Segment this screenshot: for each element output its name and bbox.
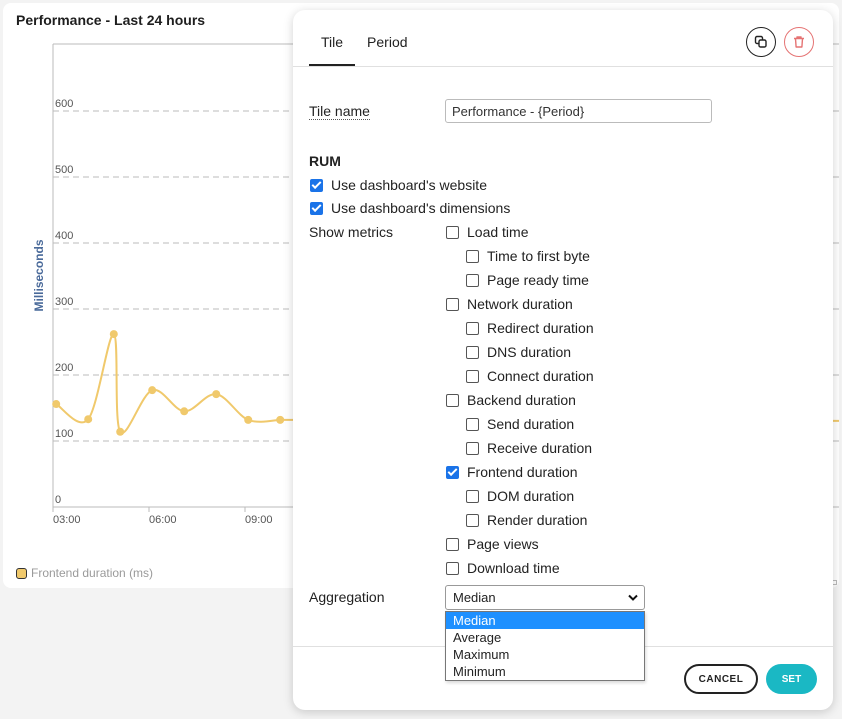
metric-label: Frontend duration bbox=[467, 464, 578, 480]
y-tick-label: 600 bbox=[55, 98, 73, 110]
cancel-button[interactable]: CANCEL bbox=[684, 664, 758, 694]
metric-checkbox[interactable]: Network duration bbox=[446, 296, 573, 312]
metric-label: Network duration bbox=[467, 296, 573, 312]
tabs: Tile Period bbox=[309, 10, 420, 66]
data-point bbox=[180, 407, 189, 416]
checkbox[interactable] bbox=[466, 249, 479, 263]
checkbox[interactable] bbox=[446, 297, 459, 311]
data-point bbox=[148, 386, 157, 395]
metric-checkbox[interactable]: Load time bbox=[446, 224, 528, 240]
metric-checkbox[interactable]: Backend duration bbox=[446, 392, 576, 408]
tile-name-label: Tile name bbox=[309, 103, 370, 120]
use-dimensions-label: Use dashboard's dimensions bbox=[331, 200, 511, 216]
metric-checkbox[interactable]: Frontend duration bbox=[446, 464, 578, 480]
copy-icon bbox=[754, 35, 767, 48]
y-tick-label: 500 bbox=[55, 164, 73, 176]
checkbox[interactable] bbox=[466, 513, 479, 527]
checkbox[interactable] bbox=[466, 321, 479, 335]
metric-checkbox[interactable]: DNS duration bbox=[466, 344, 571, 360]
option-minimum[interactable]: Minimum bbox=[446, 663, 644, 680]
aggregation-value: Median bbox=[453, 590, 496, 605]
checkbox[interactable] bbox=[446, 225, 459, 239]
use-dimensions-checkbox[interactable]: Use dashboard's dimensions bbox=[310, 200, 510, 216]
option-maximum[interactable]: Maximum bbox=[446, 646, 644, 663]
metric-label: Connect duration bbox=[487, 368, 594, 384]
metric-checkbox[interactable]: Download time bbox=[446, 560, 560, 576]
tab-period[interactable]: Period bbox=[355, 10, 419, 66]
use-website-checkbox[interactable]: Use dashboard's website bbox=[310, 177, 487, 193]
checkbox[interactable] bbox=[466, 273, 479, 287]
metric-checkbox[interactable]: Page ready time bbox=[466, 272, 589, 288]
metric-label: Redirect duration bbox=[487, 320, 594, 336]
checkbox[interactable] bbox=[446, 393, 459, 407]
metric-label: Render duration bbox=[487, 512, 588, 528]
data-point bbox=[244, 415, 253, 424]
checkbox[interactable] bbox=[446, 465, 459, 479]
metric-label: Backend duration bbox=[467, 392, 576, 408]
legend-label: Frontend duration (ms) bbox=[31, 566, 154, 580]
metric-label: Send duration bbox=[487, 416, 575, 432]
x-tick-label: 09:00 bbox=[245, 514, 273, 526]
metric-checkbox[interactable]: Send duration bbox=[466, 416, 574, 432]
y-tick-label: 100 bbox=[55, 428, 73, 440]
show-metrics-label: Show metrics bbox=[309, 224, 394, 240]
metric-label: Load time bbox=[467, 224, 529, 240]
metric-checkbox[interactable]: Render duration bbox=[466, 512, 587, 528]
checkbox[interactable] bbox=[466, 441, 479, 455]
y-axis-label: Milliseconds bbox=[32, 239, 46, 311]
metric-checkbox[interactable]: Redirect duration bbox=[466, 320, 594, 336]
chevron-down-icon bbox=[628, 594, 638, 601]
metric-label: DOM duration bbox=[487, 488, 575, 504]
legend-swatch bbox=[16, 567, 27, 579]
metric-checkbox[interactable]: Page views bbox=[446, 536, 539, 552]
checkbox[interactable] bbox=[446, 537, 459, 551]
metric-checkbox[interactable]: Time to first byte bbox=[466, 248, 590, 264]
option-average[interactable]: Average bbox=[446, 629, 644, 646]
metric-checkbox[interactable]: DOM duration bbox=[466, 488, 574, 504]
checkbox[interactable] bbox=[466, 369, 479, 383]
checkbox[interactable] bbox=[466, 489, 479, 503]
tile-settings-panel: Tile Period Tile name RUM Use dashboard'… bbox=[293, 10, 833, 710]
data-point bbox=[212, 390, 221, 399]
tabs-divider bbox=[293, 66, 833, 67]
data-point bbox=[116, 427, 125, 436]
rum-heading: RUM bbox=[309, 153, 341, 169]
delete-button[interactable] bbox=[784, 27, 814, 57]
legend-item[interactable]: Frontend duration (ms) bbox=[16, 566, 153, 580]
checkbox[interactable] bbox=[446, 561, 459, 575]
trash-icon bbox=[794, 36, 804, 48]
aggregation-dropdown: Median Average Maximum Minimum bbox=[445, 611, 645, 681]
set-button[interactable]: SET bbox=[766, 664, 817, 694]
checkbox[interactable] bbox=[466, 417, 479, 431]
metric-checkbox[interactable]: Connect duration bbox=[466, 368, 594, 384]
y-tick-label: 400 bbox=[55, 230, 73, 242]
x-tick-label: 03:00 bbox=[53, 514, 81, 526]
metric-label: Receive duration bbox=[487, 440, 593, 456]
y-tick-label: 300 bbox=[55, 296, 73, 308]
y-tick-label: 200 bbox=[55, 362, 73, 374]
data-point bbox=[109, 330, 118, 339]
metric-label: Page views bbox=[467, 536, 539, 552]
data-point bbox=[84, 415, 93, 424]
aggregation-select[interactable]: Median bbox=[445, 585, 645, 610]
checkbox[interactable] bbox=[310, 201, 323, 215]
use-website-label: Use dashboard's website bbox=[331, 177, 487, 193]
metric-label: DNS duration bbox=[487, 344, 572, 360]
option-median[interactable]: Median bbox=[446, 612, 644, 629]
metric-checkbox[interactable]: Receive duration bbox=[466, 440, 592, 456]
data-point bbox=[52, 400, 61, 409]
data-point bbox=[276, 415, 285, 424]
metric-label: Page ready time bbox=[487, 272, 589, 288]
aggregation-label: Aggregation bbox=[309, 589, 385, 605]
y-tick-label: 0 bbox=[55, 494, 61, 506]
metric-label: Download time bbox=[467, 560, 560, 576]
x-tick-label: 06:00 bbox=[149, 514, 177, 526]
checkbox[interactable] bbox=[466, 345, 479, 359]
metric-label: Time to first byte bbox=[487, 248, 590, 264]
checkbox[interactable] bbox=[310, 178, 323, 192]
tab-tile[interactable]: Tile bbox=[309, 10, 356, 66]
duplicate-button[interactable] bbox=[746, 27, 776, 57]
tile-name-input[interactable] bbox=[445, 99, 712, 123]
